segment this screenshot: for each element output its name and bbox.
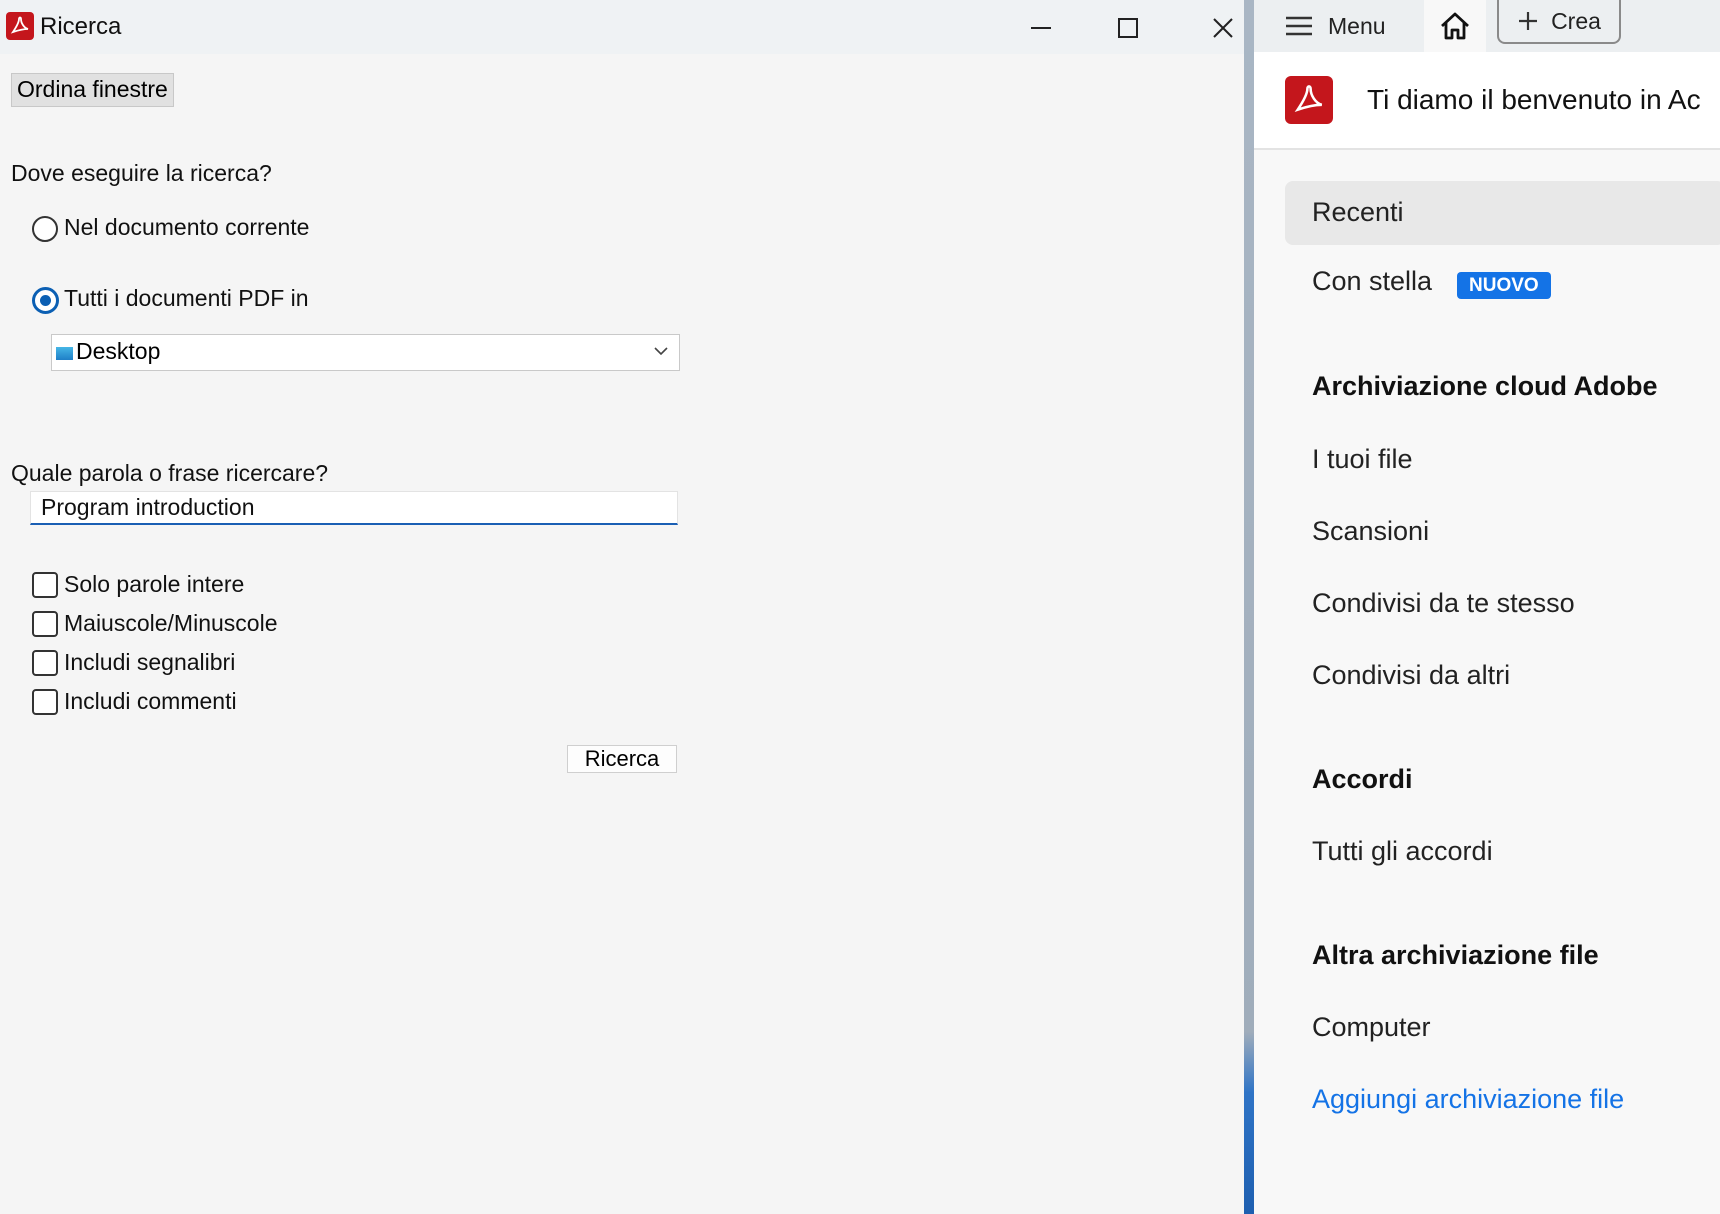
plus-icon — [1519, 12, 1538, 30]
nav-recent[interactable]: Recenti — [1285, 181, 1720, 245]
option-label: Maiuscole/Minuscole — [64, 610, 278, 636]
create-label: Crea — [1551, 7, 1601, 34]
location-select[interactable]: Desktop — [51, 334, 680, 371]
new-badge: NUOVO — [1457, 272, 1551, 299]
nav-recent-label: Recenti — [1312, 197, 1404, 227]
radio-current-label: Nel documento corrente — [64, 214, 310, 240]
window-divider — [1244, 0, 1254, 1214]
home-tab[interactable] — [1424, 0, 1486, 52]
option-label: Includi commenti — [64, 688, 237, 714]
nav-starred[interactable]: Con stella — [1312, 266, 1432, 297]
welcome-header: Ti diamo il benvenuto in Ac — [1254, 52, 1720, 150]
menu-label: Menu — [1328, 12, 1386, 39]
create-button[interactable]: Crea — [1497, 0, 1621, 44]
checkbox-case-sensitive[interactable] — [32, 611, 58, 637]
radio-current-document[interactable] — [32, 216, 58, 242]
top-bar: Menu Crea — [1254, 0, 1720, 52]
nav-your-files[interactable]: I tuoi file — [1312, 444, 1413, 475]
checkbox-whole-words[interactable] — [32, 572, 58, 598]
window-title: Ricerca — [40, 13, 122, 40]
close-button[interactable] — [1198, 8, 1248, 48]
welcome-title: Ti diamo il benvenuto in Ac — [1367, 84, 1701, 115]
maximize-button[interactable] — [1103, 8, 1153, 48]
radio-all-label: Tutti i documenti PDF in — [64, 285, 309, 311]
query-label: Quale parola o frase ricercare? — [11, 460, 329, 486]
acrobat-icon — [6, 12, 34, 40]
minimize-button[interactable] — [1016, 8, 1066, 48]
nav-shared-by-you[interactable]: Condivisi da te stesso — [1312, 588, 1575, 619]
checkbox-comments[interactable] — [32, 689, 58, 715]
search-input[interactable] — [30, 491, 678, 525]
desktop-folder-icon — [56, 347, 73, 360]
chevron-down-icon — [654, 347, 668, 356]
search-dialog: Ricerca Ordina finestre Dove eseguire la… — [0, 0, 1244, 1214]
radio-all-pdfs[interactable] — [32, 287, 59, 314]
option-label: Includi segnalibri — [64, 649, 236, 675]
cloud-storage-heading: Archiviazione cloud Adobe — [1312, 371, 1658, 401]
other-storage-heading: Altra archiviazione file — [1312, 940, 1599, 970]
add-storage-link[interactable]: Aggiungi archiviazione file — [1312, 1084, 1624, 1115]
where-label: Dove eseguire la ricerca? — [11, 160, 272, 186]
menu-button[interactable]: Menu — [1284, 6, 1386, 46]
option-label: Solo parole intere — [64, 571, 245, 597]
nav-scans[interactable]: Scansioni — [1312, 516, 1429, 547]
hamburger-icon — [1286, 16, 1312, 36]
home-icon — [1441, 12, 1469, 40]
arrange-windows-button[interactable]: Ordina finestre — [11, 73, 174, 107]
nav-all-agreements[interactable]: Tutti gli accordi — [1312, 836, 1493, 867]
acrobat-home: Menu Crea Ti diamo il benvenuto in Ac Re… — [1254, 0, 1720, 1214]
acrobat-logo-icon — [1285, 76, 1333, 124]
agreements-heading: Accordi — [1312, 764, 1413, 794]
checkbox-bookmarks[interactable] — [32, 650, 58, 676]
location-value: Desktop — [76, 338, 161, 364]
nav-computer[interactable]: Computer — [1312, 1012, 1431, 1043]
nav-shared-by-others[interactable]: Condivisi da altri — [1312, 660, 1510, 691]
search-button[interactable]: Ricerca — [567, 745, 677, 773]
title-bar: Ricerca — [0, 0, 1244, 54]
